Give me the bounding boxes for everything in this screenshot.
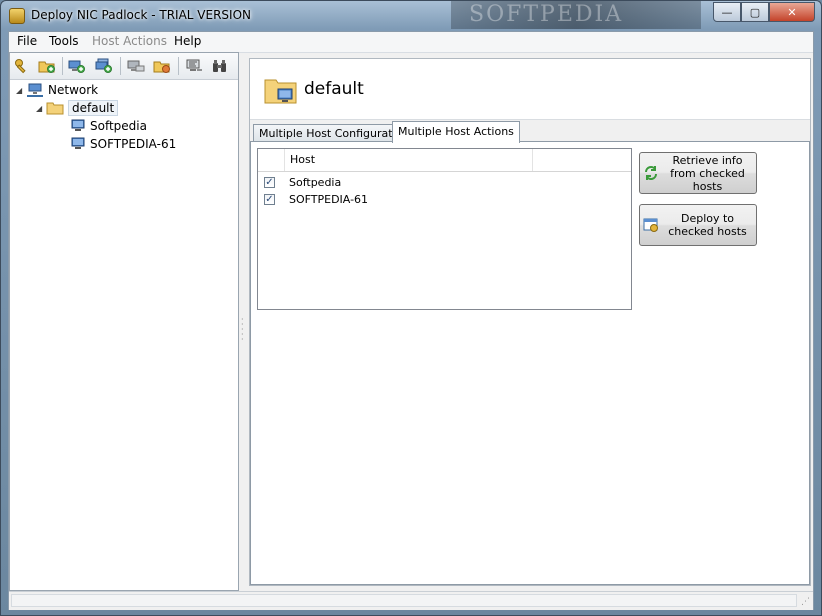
page-title: default [304,79,364,99]
tab-multiple-host-actions[interactable]: Multiple Host Actions [392,121,520,143]
add-host-icon[interactable] [67,57,87,75]
host-name-cell: SOFTPEDIA-61 [289,193,369,206]
folder-computer-icon [264,79,297,104]
retrieve-info-label: Retrieve info from checked hosts [670,153,745,193]
tab-multiple-host-configuration[interactable]: Multiple Host Configuration [253,124,416,142]
deploy-window-icon [643,217,659,233]
tree-node-host[interactable]: Softpedia [70,117,147,135]
client-area: File Tools Host Actions Help ◢ Network ◢… [8,31,814,610]
tree-label-host: SOFTPEDIA-61 [90,137,177,151]
deploy-label: Deploy to checked hosts [668,212,747,238]
menu-tools[interactable]: Tools [49,34,79,48]
minimize-button[interactable]: — [713,2,741,22]
host-grid: Host ✓ Softpedia ✓ SOFTPEDIA-61 [257,148,632,310]
resize-grip-icon[interactable]: ⋰ [801,598,811,608]
maximize-button[interactable]: ▢ [741,2,769,22]
window-title: Deploy NIC Padlock - TRIAL VERSION [31,8,252,22]
tree-node-default[interactable]: ◢ default [36,99,119,117]
retrieve-info-button[interactable]: Retrieve info from checked hosts [639,152,757,194]
splitter-handle[interactable]: · · · · · [241,316,244,347]
collapse-arrow-icon[interactable]: ◢ [36,104,46,113]
network-tree-pane: ◢ Network ◢ default Softpedia SOFTPEDIA-… [9,52,239,591]
menu-file[interactable]: File [17,34,37,48]
binoculars-icon[interactable] [210,57,230,75]
tree-toolbar [10,53,238,80]
computer-icon [71,119,85,131]
status-bar: ⋰ [9,591,813,610]
app-padlock-icon [9,8,25,24]
network-icon [27,83,43,97]
computer-icon [71,137,85,149]
application-window: Deploy NIC Padlock - TRIAL VERSION SOFTP… [0,0,822,616]
host-checkbox[interactable]: ✓ [264,194,275,205]
refresh-icon [643,165,659,181]
empty-column-header [533,149,631,171]
remove-host-icon[interactable] [126,57,146,75]
close-button[interactable]: ✕ [769,2,815,22]
deploy-button[interactable]: Deploy to checked hosts [639,204,757,246]
tree-node-network[interactable]: ◢ Network [16,81,98,99]
tree-label-network: Network [48,83,99,97]
grid-header: Host [258,149,631,172]
folder-icon [46,102,64,115]
tree-label-default: default [68,100,119,116]
host-checkbox[interactable]: ✓ [264,177,275,188]
softpedia-watermark: SOFTPEDIA [451,1,701,29]
checkbox-column-header[interactable] [258,149,285,171]
edit-group-icon[interactable] [152,57,172,75]
menu-host-actions[interactable]: Host Actions [92,34,167,48]
group-detail-pane: default Multiple Host Configuration Mult… [249,58,811,586]
title-bar[interactable]: Deploy NIC Padlock - TRIAL VERSION SOFTP… [1,1,821,31]
tree-node-host[interactable]: SOFTPEDIA-61 [70,135,176,153]
status-panel [11,594,797,607]
menu-bar: File Tools Host Actions Help [9,32,813,53]
add-group-icon[interactable] [37,57,57,75]
host-column-header[interactable]: Host [285,149,533,171]
multiple-host-actions-panel: Host ✓ Softpedia ✓ SOFTPEDIA-61 Retrieve… [250,141,810,585]
table-row[interactable]: ✓ SOFTPEDIA-61 [258,192,631,209]
key-icon[interactable] [12,57,32,75]
menu-help[interactable]: Help [174,34,201,48]
group-header: default [250,59,810,120]
table-row[interactable]: ✓ Softpedia [258,175,631,192]
collapse-arrow-icon[interactable]: ◢ [16,86,26,95]
tree-label-host: Softpedia [90,119,147,133]
host-name-cell: Softpedia [289,176,342,189]
add-multiple-hosts-icon[interactable] [94,57,114,75]
computer-properties-icon[interactable] [184,57,204,75]
